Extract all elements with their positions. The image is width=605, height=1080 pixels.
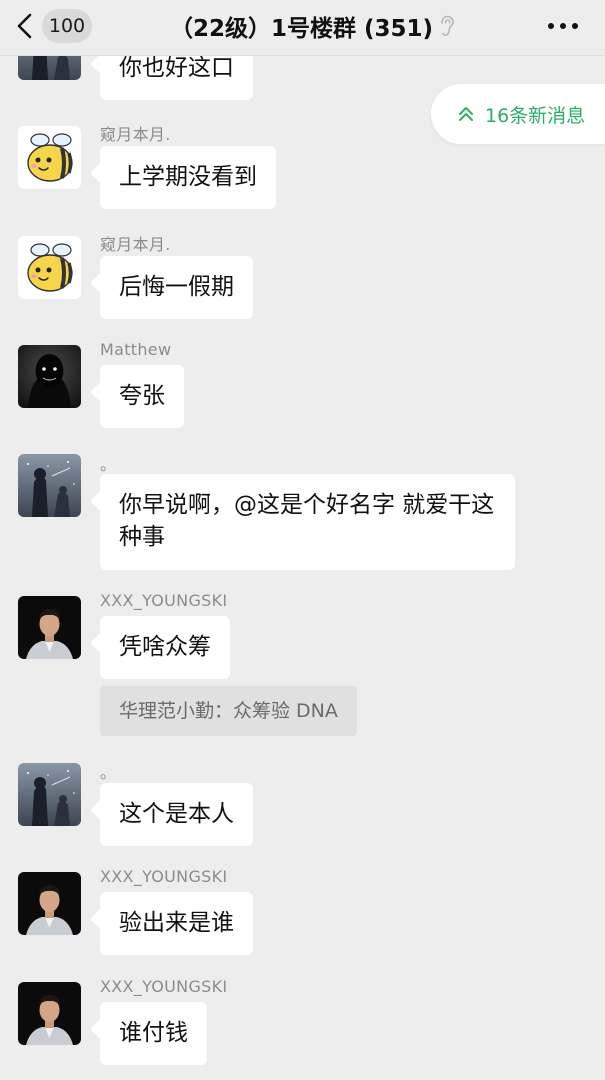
message-bubble[interactable]: 谁付钱 — [100, 1002, 207, 1065]
avatar[interactable] — [18, 126, 81, 189]
message-bubble[interactable]: 上学期没看到 — [100, 146, 276, 209]
yellow-bee-avatar-icon — [18, 126, 81, 189]
message-bubble[interactable]: 凭啥众筹 — [100, 616, 230, 679]
sender-name: XXX_YOUNGSKI — [100, 591, 228, 610]
avatar[interactable] — [18, 345, 81, 408]
chevron-left-icon — [17, 13, 32, 39]
sender-name: XXX_YOUNGSKI — [100, 867, 228, 886]
message-bubble[interactable]: 验出来是谁 — [100, 892, 253, 955]
avatar[interactable] — [18, 236, 81, 299]
dark-hooded-figure-avatar-icon — [18, 345, 81, 408]
avatar[interactable] — [18, 982, 81, 1045]
unread-count-badge: 100 — [42, 9, 92, 43]
sender-name: XXX_YOUNGSKI — [100, 977, 228, 996]
double-chevron-up-icon — [459, 107, 473, 121]
dark-sword-figure-avatar-icon — [18, 454, 81, 517]
man-portrait-avatar-icon — [18, 982, 81, 1045]
yellow-bee-avatar-icon — [18, 236, 81, 299]
chat-title: （22级）1号楼群 (351) — [170, 16, 434, 42]
dark-sword-figure-avatar-icon — [18, 763, 81, 826]
sender-name: 。 — [100, 455, 117, 474]
sender-name: 窥月本月. — [100, 235, 171, 254]
new-messages-button[interactable]: 16条新消息 — [431, 84, 605, 144]
new-messages-label: 16条新消息 — [485, 104, 586, 127]
man-portrait-avatar-icon — [18, 596, 81, 659]
sender-name: 窥月本月. — [100, 125, 171, 144]
avatar[interactable] — [18, 454, 81, 517]
chat-title-area[interactable]: （22级）1号楼群 (351) — [170, 8, 455, 44]
message-bubble[interactable]: 这个是本人 — [100, 783, 253, 846]
message-bubble[interactable]: 后悔一假期 — [100, 256, 253, 319]
sender-name: 。 — [100, 763, 117, 782]
message-bubble[interactable]: 你早说啊，@这是个好名字 就爱干这种事 — [100, 474, 515, 570]
more-options-icon[interactable] — [543, 12, 583, 40]
sender-name: Matthew — [100, 340, 172, 359]
message-bubble[interactable]: 夸张 — [100, 365, 184, 428]
ear-icon — [441, 15, 454, 36]
man-portrait-avatar-icon — [18, 872, 81, 935]
chat-header: 100 （22级）1号楼群 (351) — [0, 0, 605, 56]
avatar[interactable] — [18, 872, 81, 935]
back-button[interactable]: 100 — [14, 8, 92, 44]
quoted-message[interactable]: 华理范小勤：众筹验 DNA — [100, 686, 357, 736]
avatar[interactable] — [18, 596, 81, 659]
avatar[interactable] — [18, 763, 81, 826]
